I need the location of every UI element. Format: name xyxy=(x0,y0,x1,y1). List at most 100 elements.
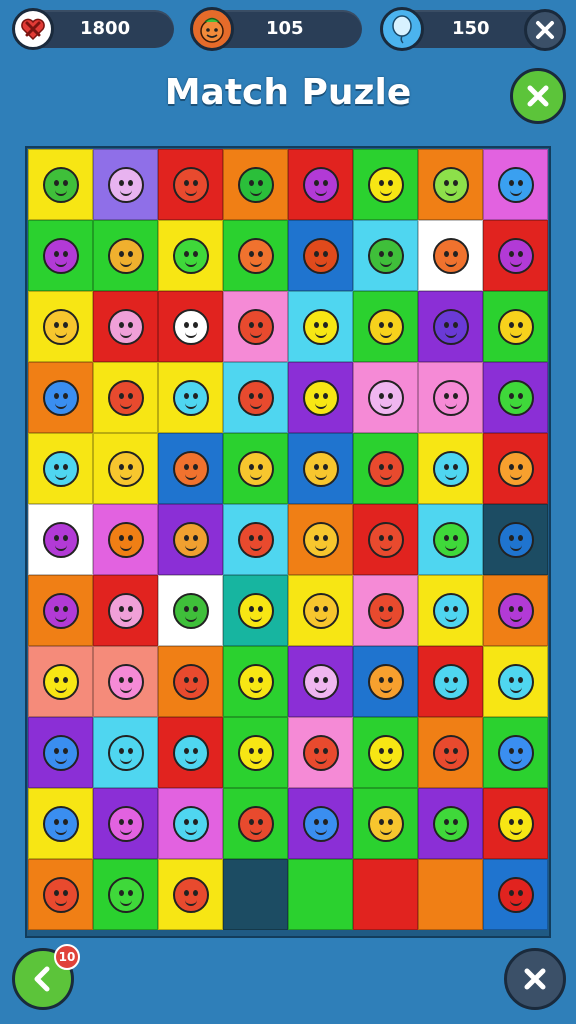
board-cell[interactable] xyxy=(158,362,223,433)
board-cell[interactable] xyxy=(483,646,548,717)
board-cell[interactable] xyxy=(483,291,548,362)
board-cell[interactable] xyxy=(28,717,93,788)
board-cell[interactable] xyxy=(483,788,548,859)
board-cell[interactable] xyxy=(93,433,158,504)
board-cell[interactable] xyxy=(223,149,288,220)
board-cell[interactable] xyxy=(353,717,418,788)
board-cell[interactable] xyxy=(28,291,93,362)
board-cell[interactable] xyxy=(353,646,418,717)
board-cell[interactable] xyxy=(93,149,158,220)
top-bar: 1800 105 150 xyxy=(0,0,576,60)
board-cell[interactable] xyxy=(288,504,353,575)
board-cell[interactable] xyxy=(93,717,158,788)
board-cell[interactable] xyxy=(28,362,93,433)
board-cell[interactable] xyxy=(223,504,288,575)
close-icon[interactable] xyxy=(524,9,566,51)
board-cell[interactable] xyxy=(353,149,418,220)
board-cell[interactable] xyxy=(93,575,158,646)
board-cell[interactable] xyxy=(483,504,548,575)
fruit-face-icon xyxy=(497,734,534,771)
board-cell[interactable] xyxy=(418,859,483,930)
fruit-face-icon xyxy=(107,592,144,629)
board-cell[interactable] xyxy=(418,433,483,504)
board-cell[interactable] xyxy=(93,291,158,362)
fruit-face-icon xyxy=(432,308,469,345)
board-cell[interactable] xyxy=(223,362,288,433)
board-cell[interactable] xyxy=(483,717,548,788)
board-cell[interactable] xyxy=(483,220,548,291)
board-cell[interactable] xyxy=(223,575,288,646)
board-cell[interactable] xyxy=(28,220,93,291)
board-cell[interactable] xyxy=(158,788,223,859)
board-cell[interactable] xyxy=(223,788,288,859)
board-cell[interactable] xyxy=(418,788,483,859)
board-cell[interactable] xyxy=(418,149,483,220)
board-cell[interactable] xyxy=(223,220,288,291)
board-cell[interactable] xyxy=(418,504,483,575)
board-cell[interactable] xyxy=(288,149,353,220)
fruit-face-icon xyxy=(432,379,469,416)
board-cell[interactable] xyxy=(93,504,158,575)
board-cell[interactable] xyxy=(288,433,353,504)
board-cell[interactable] xyxy=(28,433,93,504)
board-cell[interactable] xyxy=(483,433,548,504)
board-cell[interactable] xyxy=(158,504,223,575)
board-cell[interactable] xyxy=(288,717,353,788)
board-cell[interactable] xyxy=(353,362,418,433)
board-cell[interactable] xyxy=(28,504,93,575)
board-cell[interactable] xyxy=(288,788,353,859)
board-cell[interactable] xyxy=(288,220,353,291)
board-cell[interactable] xyxy=(418,362,483,433)
board-cell[interactable] xyxy=(93,646,158,717)
board-cell[interactable] xyxy=(288,575,353,646)
board-cell[interactable] xyxy=(158,149,223,220)
board-cell[interactable] xyxy=(158,717,223,788)
board-cell[interactable] xyxy=(288,646,353,717)
board-cell[interactable] xyxy=(418,646,483,717)
board-cell[interactable] xyxy=(353,220,418,291)
board-cell[interactable] xyxy=(418,717,483,788)
board-cell[interactable] xyxy=(483,362,548,433)
board-cell[interactable] xyxy=(93,859,158,930)
board-cell[interactable] xyxy=(483,149,548,220)
board-cell[interactable] xyxy=(223,717,288,788)
board-cell[interactable] xyxy=(288,362,353,433)
board-cell[interactable] xyxy=(353,433,418,504)
board-cell[interactable] xyxy=(223,646,288,717)
board-cell[interactable] xyxy=(418,220,483,291)
board-cell[interactable] xyxy=(353,859,418,930)
board-cell[interactable] xyxy=(158,859,223,930)
board-cell[interactable] xyxy=(288,291,353,362)
board-cell[interactable] xyxy=(28,575,93,646)
board-cell[interactable] xyxy=(158,575,223,646)
board-cell[interactable] xyxy=(353,575,418,646)
board-cell[interactable] xyxy=(483,575,548,646)
board-cell[interactable] xyxy=(418,291,483,362)
board-cell[interactable] xyxy=(28,788,93,859)
board-cell[interactable] xyxy=(353,504,418,575)
board-cell[interactable] xyxy=(93,362,158,433)
fruit-face-icon xyxy=(432,592,469,629)
board-cell[interactable] xyxy=(288,859,353,930)
board-cell[interactable] xyxy=(28,646,93,717)
bottom-close-button[interactable] xyxy=(504,948,566,1010)
board-cell[interactable] xyxy=(93,220,158,291)
board-cell[interactable] xyxy=(158,220,223,291)
board-cell[interactable] xyxy=(353,788,418,859)
fruit-face-icon xyxy=(42,734,79,771)
board-cell[interactable] xyxy=(28,859,93,930)
board-cell[interactable] xyxy=(158,433,223,504)
fruit-face-icon xyxy=(367,663,404,700)
board-cell[interactable] xyxy=(158,291,223,362)
board-cell[interactable] xyxy=(353,291,418,362)
board-cell[interactable] xyxy=(93,788,158,859)
board-cell[interactable] xyxy=(28,149,93,220)
board-cell[interactable] xyxy=(418,575,483,646)
board-cell[interactable] xyxy=(158,646,223,717)
board-cell[interactable] xyxy=(223,859,288,930)
fruit-face-icon xyxy=(42,663,79,700)
board-cell[interactable] xyxy=(223,291,288,362)
header-close-button[interactable] xyxy=(510,68,566,124)
board-cell[interactable] xyxy=(483,859,548,930)
board-cell[interactable] xyxy=(223,433,288,504)
